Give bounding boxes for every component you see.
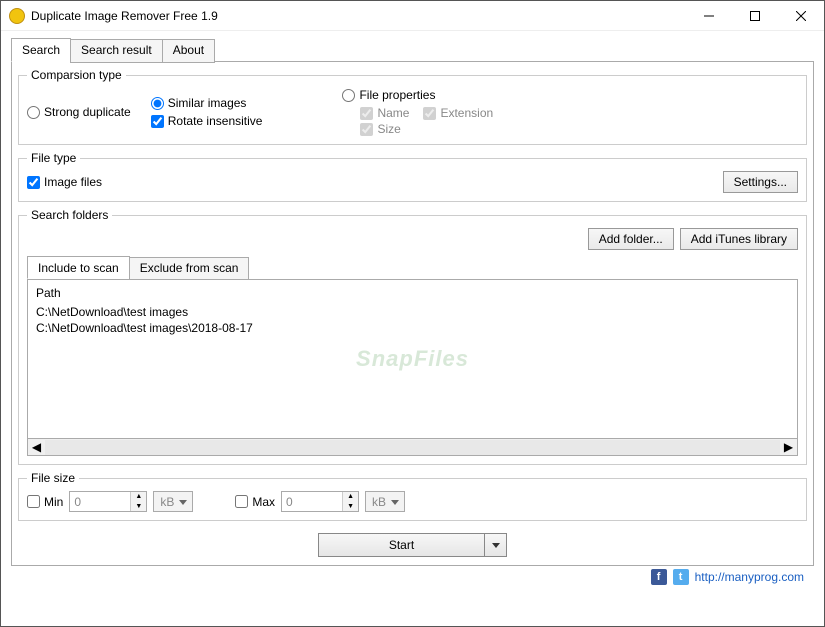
max-value[interactable]	[282, 492, 342, 511]
settings-button[interactable]: Settings...	[723, 171, 798, 193]
minimize-button[interactable]	[686, 1, 732, 31]
tab-panel-search: Comparsion type Strong duplicate Similar…	[11, 61, 814, 566]
tab-exclude-from-scan[interactable]: Exclude from scan	[129, 257, 250, 280]
min-unit-select[interactable]: kB	[153, 491, 193, 512]
app-icon	[9, 8, 25, 24]
start-button-label[interactable]: Start	[318, 533, 485, 557]
tab-include-to-scan[interactable]: Include to scan	[27, 256, 130, 279]
path-row[interactable]: C:\NetDownload\test images	[36, 304, 789, 320]
chevron-down-icon[interactable]: ▼	[343, 502, 358, 512]
radio-similar-images[interactable]: Similar images	[151, 96, 263, 110]
footer: f t http://manyprog.com	[11, 566, 814, 585]
path-row[interactable]: C:\NetDownload\test images\2018-08-17	[36, 320, 789, 336]
min-value[interactable]	[70, 492, 130, 511]
chevron-up-icon[interactable]: ▲	[131, 492, 146, 502]
file-size-legend: File size	[27, 471, 79, 485]
website-link[interactable]: http://manyprog.com	[695, 570, 804, 584]
path-list[interactable]: Path C:\NetDownload\test images C:\NetDo…	[27, 279, 798, 439]
main-tabs: Search Search result About	[11, 38, 814, 62]
chevron-down-icon[interactable]: ▼	[131, 502, 146, 512]
radio-strong-duplicate[interactable]: Strong duplicate	[27, 105, 131, 119]
folder-tabs: Include to scan Exclude from scan	[27, 256, 798, 279]
path-header: Path	[36, 286, 789, 300]
window-title: Duplicate Image Remover Free 1.9	[31, 9, 686, 23]
filetype-legend: File type	[27, 151, 80, 165]
horizontal-scrollbar[interactable]: ◀ ▶	[27, 439, 798, 456]
check-min[interactable]: Min	[27, 495, 63, 509]
tab-about[interactable]: About	[162, 39, 215, 63]
tab-search[interactable]: Search	[11, 38, 71, 62]
check-image-files[interactable]: Image files	[27, 175, 102, 189]
filetype-group: File type Image files Settings...	[18, 151, 807, 202]
scroll-track[interactable]	[45, 440, 780, 455]
scroll-right-icon[interactable]: ▶	[780, 440, 797, 455]
check-name: Name	[360, 106, 409, 120]
start-button[interactable]: Start	[318, 533, 507, 557]
start-dropdown-icon[interactable]	[485, 533, 507, 557]
twitter-icon[interactable]: t	[673, 569, 689, 585]
chevron-up-icon[interactable]: ▲	[343, 492, 358, 502]
comparison-group: Comparsion type Strong duplicate Similar…	[18, 68, 807, 145]
file-size-group: File size Min ▲▼ kB Max ▲▼ kB	[18, 471, 807, 521]
close-button[interactable]	[778, 1, 824, 31]
search-folders-group: Search folders Add folder... Add iTunes …	[18, 208, 807, 465]
check-rotate-insensitive[interactable]: Rotate insensitive	[151, 114, 263, 128]
titlebar: Duplicate Image Remover Free 1.9	[1, 1, 824, 31]
search-folders-legend: Search folders	[27, 208, 112, 222]
watermark: SnapFiles	[356, 346, 469, 372]
scroll-left-icon[interactable]: ◀	[28, 440, 45, 455]
min-spinner[interactable]: ▲▼	[69, 491, 147, 512]
add-itunes-button[interactable]: Add iTunes library	[680, 228, 798, 250]
radio-file-properties[interactable]: File properties	[342, 88, 493, 102]
add-folder-button[interactable]: Add folder...	[588, 228, 674, 250]
tab-search-result[interactable]: Search result	[70, 39, 163, 63]
check-size: Size	[360, 122, 400, 136]
check-max[interactable]: Max	[235, 495, 275, 509]
maximize-button[interactable]	[732, 1, 778, 31]
comparison-legend: Comparsion type	[27, 68, 126, 82]
max-unit-select[interactable]: kB	[365, 491, 405, 512]
check-extension: Extension	[423, 106, 493, 120]
max-spinner[interactable]: ▲▼	[281, 491, 359, 512]
facebook-icon[interactable]: f	[651, 569, 667, 585]
